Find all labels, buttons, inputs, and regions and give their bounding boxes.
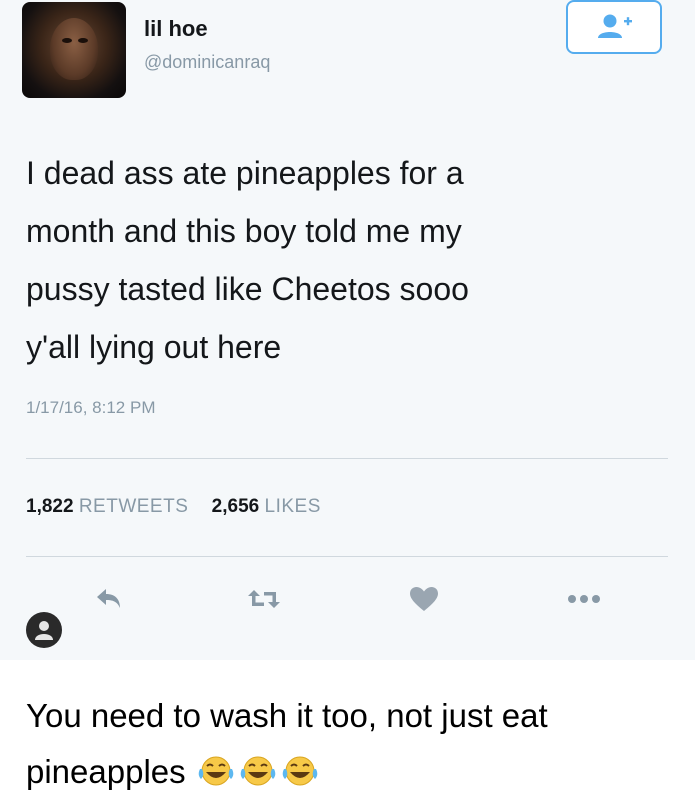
tweet-timestamp[interactable]: 1/17/16, 8:12 PM: [26, 398, 155, 418]
retweet-label[interactable]: RETWEETS: [79, 496, 189, 517]
retweet-button[interactable]: [246, 584, 282, 614]
tweet-text: I dead ass ate pineapples for a month an…: [26, 155, 469, 365]
retweet-icon: [248, 590, 280, 608]
follow-button[interactable]: [566, 0, 662, 54]
avatar-eye-right: [78, 38, 88, 43]
user-handle[interactable]: @dominicanraq: [144, 52, 270, 73]
divider: [26, 556, 668, 557]
like-label[interactable]: LIKES: [265, 496, 321, 517]
more-button[interactable]: [566, 584, 602, 614]
laughing-tears-emoji: [198, 756, 233, 786]
like-count[interactable]: 2,656: [212, 496, 260, 517]
commenter-avatar[interactable]: [26, 612, 62, 648]
follow-user-icon: [598, 14, 632, 38]
reply-button[interactable]: [92, 584, 128, 614]
like-button[interactable]: [406, 584, 442, 614]
display-name[interactable]: lil hoe: [144, 16, 208, 42]
comment-text: You need to wash it too, not just eat pi…: [26, 688, 676, 806]
avatar-eye-left: [62, 38, 72, 43]
more-icon: [568, 595, 600, 603]
reply-icon: [97, 589, 120, 608]
heart-icon: [410, 587, 438, 611]
retweet-count[interactable]: 1,822: [26, 496, 74, 517]
tweet-stats: 1,822 RETWEETS 2,656 LIKES: [26, 496, 339, 518]
laughing-tears-emoji: [240, 756, 275, 786]
laughing-tears-emoji: [282, 756, 317, 786]
avatar-face: [50, 18, 98, 80]
user-avatar-icon: [35, 621, 53, 640]
emoji-group: [196, 750, 322, 806]
tweet-card: lil hoe @dominicanraq I dead ass ate pin…: [0, 0, 695, 660]
profile-avatar[interactable]: [22, 2, 126, 98]
divider: [26, 458, 668, 459]
